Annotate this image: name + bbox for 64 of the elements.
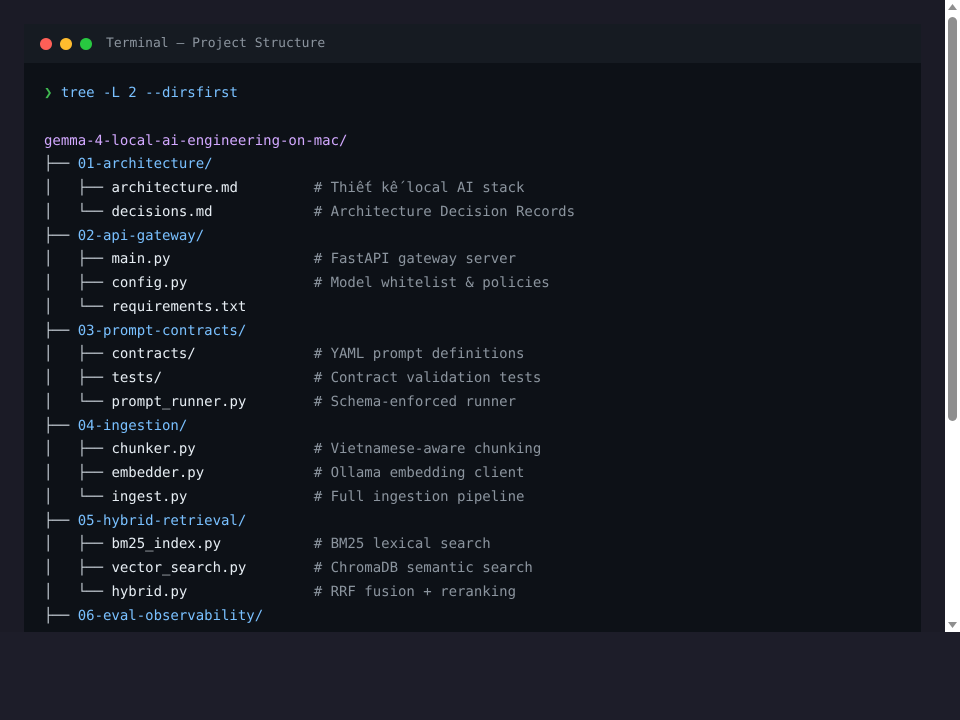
file-name: tests/: [111, 370, 162, 386]
tree-guide: │ ├──: [44, 441, 104, 458]
comment-text: # Vietnamese-aware chunking: [314, 441, 542, 458]
tree-guide: ├──: [44, 322, 70, 338]
file-name: architecture.md: [111, 180, 238, 196]
tree-guide: ├──: [44, 608, 70, 624]
tree-guide: │ ├──: [44, 560, 104, 576]
scroll-down-icon[interactable]: [948, 622, 957, 628]
scrollbar-thumb[interactable]: [948, 17, 957, 421]
window-title: Terminal — Project Structure: [106, 34, 326, 53]
file-name: decisions.md: [111, 204, 213, 220]
tree-guide: ├──: [44, 512, 70, 528]
comment-text: # Full ingestion pipeline: [314, 488, 524, 505]
folder-name: 03-prompt-contracts/: [78, 322, 246, 338]
comment-text: # Schema-enforced runner: [314, 394, 516, 410]
tree-guide: │ ├──: [44, 536, 104, 552]
tree-guide: ├──: [44, 228, 70, 244]
file-name: contracts/: [111, 346, 196, 362]
prompt-icon: ❯: [44, 85, 52, 101]
scrollbar[interactable]: [945, 0, 960, 632]
file-name: prompt_runner.py: [111, 394, 246, 410]
comment-text: # BM25 lexical search: [314, 536, 491, 552]
comment-text: # Thiết kế local AI stack: [314, 180, 524, 196]
tree-guide: │ └──: [44, 204, 104, 220]
tree-guide: │ ├──: [44, 180, 104, 196]
file-name: ingest.py: [111, 488, 188, 505]
comment-text: # YAML prompt definitions: [314, 346, 524, 362]
maximize-icon[interactable]: [80, 38, 92, 50]
tree-guide: │ ├──: [44, 465, 104, 481]
file-name: vector_search.py: [111, 560, 246, 576]
tree-guide: ├──: [44, 418, 70, 434]
tree-guide: │ └──: [44, 298, 104, 315]
comment-text: # Architecture Decision Records: [314, 204, 576, 220]
tree-guide: │ └──: [44, 394, 104, 410]
file-name: main.py: [111, 251, 170, 268]
close-icon[interactable]: [40, 38, 52, 50]
folder-name: 04-ingestion/: [78, 418, 188, 434]
folder-name: 02-api-gateway/: [78, 228, 204, 244]
minimize-icon[interactable]: [60, 38, 72, 50]
folder-name: 06-eval-observability/: [78, 608, 264, 624]
tree-guide: │ └──: [44, 584, 104, 600]
comment-text: # Contract validation tests: [314, 370, 542, 386]
comment-text: # ChromaDB semantic search: [314, 560, 533, 576]
file-name: hybrid.py: [111, 584, 188, 600]
comment-text: # FastAPI gateway server: [314, 251, 516, 268]
folder-name: 01-architecture/: [78, 156, 213, 172]
folder-name: 05-hybrid-retrieval/: [78, 512, 246, 528]
file-name: bm25_index.py: [111, 536, 222, 552]
scroll-up-icon[interactable]: [948, 4, 957, 10]
tree-guide: │ ├──: [44, 275, 104, 291]
root-folder-name: gemma-4-local-ai-engineering-on-mac/: [44, 132, 348, 148]
tree-guide: ├──: [44, 156, 70, 172]
command-text: tree -L 2 --dirsfirst: [60, 85, 238, 101]
tree-guide: │ └──: [44, 488, 104, 505]
tree-guide: │ ├──: [44, 251, 104, 268]
file-name: requirements.txt: [111, 298, 246, 315]
file-name: config.py: [111, 275, 188, 291]
tree-guide: │ ├──: [44, 370, 104, 386]
comment-text: # Model whitelist & policies: [314, 275, 550, 291]
tree-guide: │ ├──: [44, 346, 104, 362]
comment-text: # Ollama embedding client: [314, 465, 524, 481]
file-name: chunker.py: [111, 441, 196, 458]
file-name: embedder.py: [111, 465, 204, 481]
comment-text: # RRF fusion + reranking: [314, 584, 516, 600]
